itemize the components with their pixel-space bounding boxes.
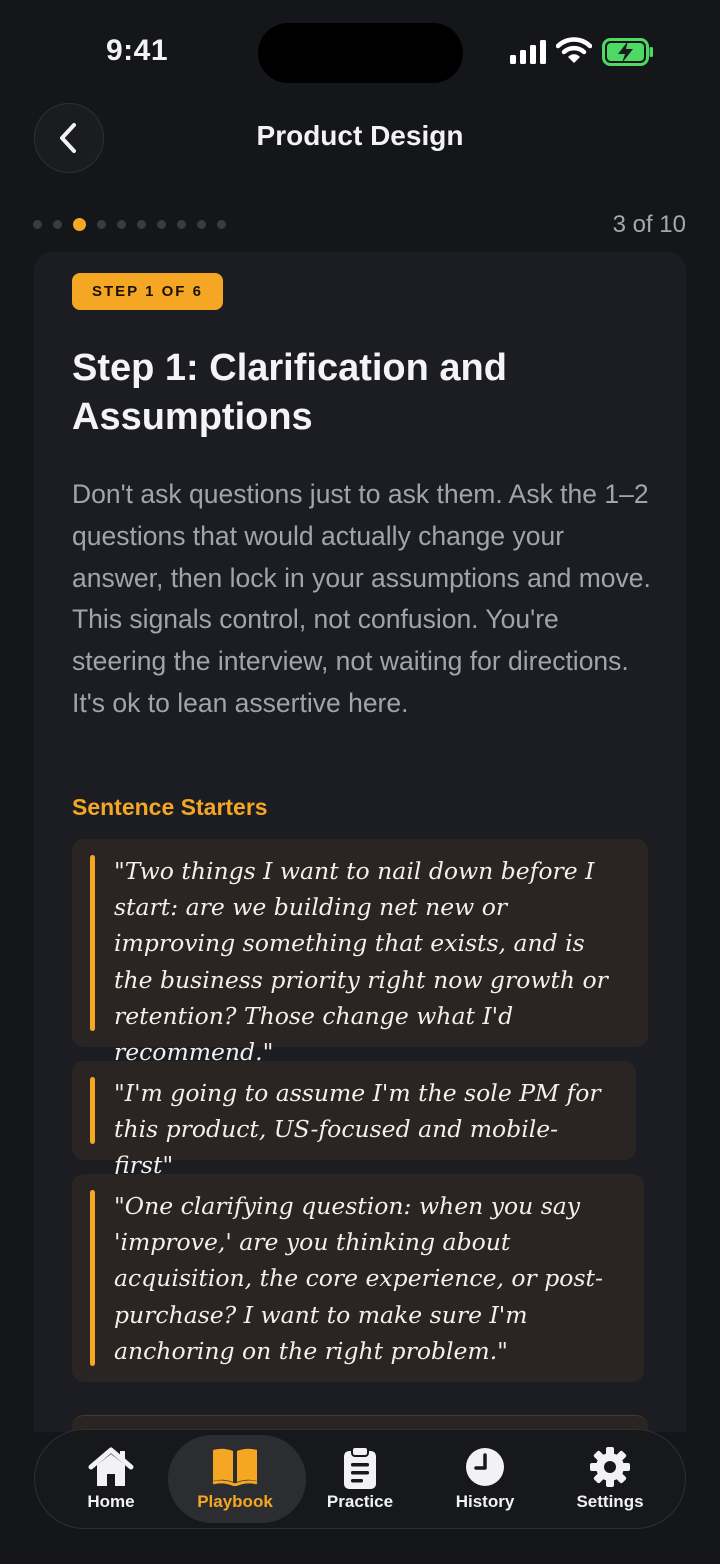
progress-dots bbox=[33, 218, 226, 231]
progress-dot bbox=[53, 220, 62, 229]
progress-dot bbox=[217, 220, 226, 229]
cellular-signal-icon bbox=[510, 40, 546, 64]
tab-label: Home bbox=[87, 1492, 135, 1511]
tab-practice[interactable]: Practice bbox=[295, 1430, 425, 1527]
progress-dot bbox=[177, 220, 186, 229]
step-card: STEP 1 OF 6 Step 1: Clarification and As… bbox=[34, 252, 686, 1432]
progress-dot bbox=[137, 220, 146, 229]
sentence-starter-quote: "I'm going to assume I'm the sole PM for… bbox=[72, 1061, 636, 1179]
book-icon bbox=[212, 1448, 258, 1486]
step-badge: STEP 1 OF 6 bbox=[72, 273, 223, 310]
progress-dot bbox=[97, 220, 106, 229]
sentence-starter-quote: "One clarifying question: when you say '… bbox=[72, 1174, 644, 1382]
tab-home[interactable]: Home bbox=[46, 1430, 176, 1527]
tab-history[interactable]: History bbox=[420, 1430, 550, 1527]
sentence-starter-quote: "Two things I want to nail down before I… bbox=[72, 839, 648, 1066]
tab-playbook[interactable]: Playbook bbox=[168, 1430, 306, 1527]
wifi-icon bbox=[556, 37, 592, 63]
gear-icon bbox=[590, 1447, 630, 1487]
progress-dot bbox=[157, 220, 166, 229]
page-title: Product Design bbox=[256, 120, 464, 151]
tab-label: Settings bbox=[576, 1492, 644, 1511]
tab-label: History bbox=[455, 1492, 515, 1511]
step-title: Step 1: Clarification and Assumptions bbox=[72, 347, 507, 438]
progress-dot bbox=[197, 220, 206, 229]
tab-label: Practice bbox=[326, 1492, 394, 1511]
sentence-starters-heading: Sentence Starters bbox=[72, 794, 268, 820]
dynamic-island bbox=[258, 23, 463, 83]
tab-bar: Home Playbook Practice History Settings bbox=[34, 1429, 686, 1529]
home-icon bbox=[88, 1447, 134, 1486]
tab-label: Playbook bbox=[197, 1492, 273, 1511]
progress-dot-active bbox=[73, 218, 86, 231]
battery-charging-icon bbox=[602, 38, 653, 66]
progress-dot bbox=[117, 220, 126, 229]
step-description: Don't ask questions just to ask them. As… bbox=[72, 479, 651, 718]
status-time: 9:41 bbox=[106, 34, 169, 67]
progress-counter: 3 of 10 bbox=[612, 211, 686, 238]
tab-settings[interactable]: Settings bbox=[545, 1430, 675, 1527]
status-bar: 9:41 bbox=[0, 0, 720, 100]
progress-dot bbox=[33, 220, 42, 229]
clock-icon bbox=[466, 1448, 504, 1486]
clipboard-icon bbox=[344, 1446, 376, 1489]
